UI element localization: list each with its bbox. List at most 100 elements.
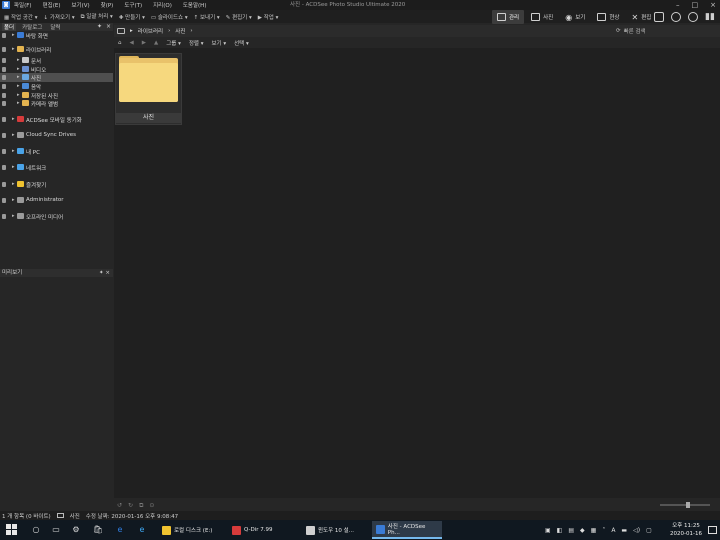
menu-help[interactable]: 도움말(H) — [183, 1, 207, 9]
maximize-icon[interactable]: □ — [692, 1, 699, 9]
breadcrumb-photos[interactable]: 사진 — [175, 27, 185, 35]
menu-file[interactable]: 파일(F) — [14, 1, 32, 9]
minimize-icon[interactable]: – — [676, 1, 680, 9]
tree-item[interactable]: ▸ 네트워크 — [0, 163, 113, 172]
expand-arrow-icon[interactable]: ▸ — [17, 57, 20, 63]
notification-icon[interactable]: ▢ — [646, 527, 652, 534]
expand-arrow-icon[interactable]: ▸ — [12, 46, 15, 52]
pin-icon[interactable] — [2, 67, 6, 72]
clock[interactable]: 오후 11:25 2020-01-16 — [668, 521, 704, 539]
pin-icon[interactable] — [2, 101, 6, 106]
pin-icon[interactable] — [2, 133, 6, 138]
menu-find[interactable]: 찾(P) — [101, 1, 114, 9]
expand-arrow-icon[interactable]: ▸ — [12, 197, 15, 203]
editor-button[interactable]: ✎ 편집기 ▾ — [226, 13, 252, 21]
refresh-icon[interactable]: ⟳ — [616, 28, 621, 34]
rotate-right-icon[interactable]: ↻ — [128, 502, 133, 509]
breadcrumb-library[interactable]: 라이브러리 — [138, 27, 163, 35]
expand-arrow-icon[interactable]: ▸ — [17, 74, 20, 80]
workspace-button[interactable]: ▦ 작업 공간 ▾ — [4, 13, 37, 21]
expand-arrow-icon[interactable]: ▸ — [12, 181, 15, 187]
tab-calendar[interactable]: 달력 — [48, 23, 62, 31]
expand-arrow-icon[interactable]: ▸ — [12, 148, 15, 154]
close-icon[interactable]: × — [710, 1, 716, 9]
expand-arrow-icon[interactable]: ▸ — [12, 116, 15, 122]
tree-item[interactable]: ▸ Administrator — [0, 196, 113, 205]
start-button[interactable] — [6, 524, 18, 536]
batch-button[interactable]: ⧉ 일괄 처리 ▾ — [81, 12, 113, 21]
pin-icon[interactable] — [2, 214, 6, 219]
file-list[interactable] — [114, 48, 720, 498]
back-icon[interactable]: ◀ — [130, 40, 134, 46]
expand-arrow-icon[interactable]: ▸ — [17, 66, 20, 72]
network-icon[interactable]: ▬ — [621, 527, 627, 534]
app-icon[interactable]: ◙ — [2, 1, 10, 9]
pin-icon[interactable] — [2, 165, 6, 170]
pin-icon[interactable] — [2, 117, 6, 122]
expand-arrow-icon[interactable]: ▸ — [17, 100, 20, 106]
taskbar-app-button[interactable]: 로컬 디스크 (E:) — [158, 521, 224, 539]
search-input[interactable]: 빠른 검색 — [624, 27, 646, 35]
expand-arrow-icon[interactable]: ▸ — [12, 164, 15, 170]
tray-app-icon[interactable]: ◆ — [580, 527, 585, 534]
expand-arrow-icon[interactable]: ▸ — [12, 32, 15, 38]
mode-view-tab[interactable]: ◉ 보기 — [560, 10, 590, 24]
taskbar-app-button[interactable]: 윈도우 10 설... — [302, 521, 370, 539]
import-button[interactable]: ↓ 가져오기 ▾ — [43, 13, 74, 21]
taskbar-app-button[interactable]: Q-Dir 7.99 — [228, 521, 298, 539]
ime-icon[interactable]: A — [611, 527, 615, 534]
tree-item[interactable]: ▸ 오프라인 미디어 — [0, 212, 113, 221]
search-icon[interactable]: ○ — [30, 524, 42, 536]
pin-icon[interactable] — [2, 75, 6, 80]
tree-item[interactable]: ▸ 카메라 앨범 — [0, 99, 113, 108]
pin-icon[interactable] — [2, 182, 6, 187]
pin-icon[interactable]: ✦ — [97, 23, 102, 30]
pin-icon[interactable] — [2, 47, 6, 52]
menu-view[interactable]: 보기(V) — [71, 1, 89, 9]
tree-item[interactable]: ▸ 사진 — [0, 73, 113, 82]
slideshow-button[interactable]: ▭ 슬라이드쇼 ▾ — [151, 13, 188, 21]
taskbar-app-button[interactable]: 사진 - ACDSee Ph... — [372, 521, 442, 539]
create-button[interactable]: ✚ 만들기 ▾ — [119, 13, 145, 21]
send-button[interactable]: ↑ 보내기 ▾ — [194, 13, 220, 21]
task-view-icon[interactable]: ▭ — [50, 524, 62, 536]
tree-item[interactable]: ▸ 즐겨찾기 — [0, 180, 113, 189]
tree-item[interactable]: ▸ 내 PC — [0, 147, 113, 156]
mode-develop-tab[interactable]: 현상 — [592, 10, 624, 24]
tray-app-icon[interactable]: ◧ — [557, 527, 563, 534]
expand-arrow-icon[interactable]: ▸ — [17, 92, 20, 98]
store-icon[interactable]: 🛍 — [92, 524, 104, 536]
tree-item[interactable]: ▸ 라이브러리 — [0, 45, 113, 54]
mode-photos-tab[interactable]: 사진 — [526, 10, 558, 24]
stats-icon[interactable]: ▮▮ — [705, 12, 715, 22]
pin-icon[interactable] — [2, 93, 6, 98]
group-button[interactable]: 그룹 ▾ — [166, 39, 181, 47]
chevron-up-icon[interactable]: ˄ — [602, 527, 605, 534]
menu-geo[interactable]: 지리(O) — [153, 1, 172, 9]
tray-app-icon[interactable]: ▣ — [545, 527, 551, 534]
sort-button[interactable]: 정렬 ▾ — [189, 39, 204, 47]
dashboard-icon[interactable] — [654, 12, 664, 22]
zoom-slider[interactable] — [660, 504, 710, 506]
pin-icon[interactable] — [2, 149, 6, 154]
mode-manage-tab[interactable]: 관리 — [492, 10, 525, 24]
view-button[interactable]: 보기 ▾ — [211, 39, 226, 47]
path-menu-icon[interactable] — [117, 28, 125, 34]
tab-catalog[interactable]: 카탈로그 — [20, 23, 44, 31]
mode-edit-tab[interactable]: ✕ 편집 — [626, 10, 656, 24]
edge-icon[interactable]: e — [114, 524, 126, 536]
select-button[interactable]: 선택 ▾ — [234, 39, 249, 47]
pin-icon[interactable] — [2, 58, 6, 63]
compare-icon[interactable]: ⧉ — [139, 502, 143, 510]
play-icon[interactable]: ⊙ — [149, 502, 154, 509]
tree-item[interactable]: ▸ ACDSee 모바일 동기화 — [0, 115, 113, 124]
close-icon[interactable]: ✦ × — [99, 269, 110, 277]
tray-app-icon[interactable]: ▦ — [591, 527, 597, 534]
expand-arrow-icon[interactable]: ▸ — [12, 213, 15, 219]
expand-arrow-icon[interactable]: ▸ — [12, 132, 15, 138]
pin-icon[interactable] — [2, 84, 6, 89]
menu-edit[interactable]: 편집(E) — [43, 1, 61, 9]
up-icon[interactable]: ▲ — [154, 40, 158, 46]
close-icon[interactable]: × — [106, 23, 111, 30]
settings-icon[interactable]: ⚙ — [70, 524, 82, 536]
